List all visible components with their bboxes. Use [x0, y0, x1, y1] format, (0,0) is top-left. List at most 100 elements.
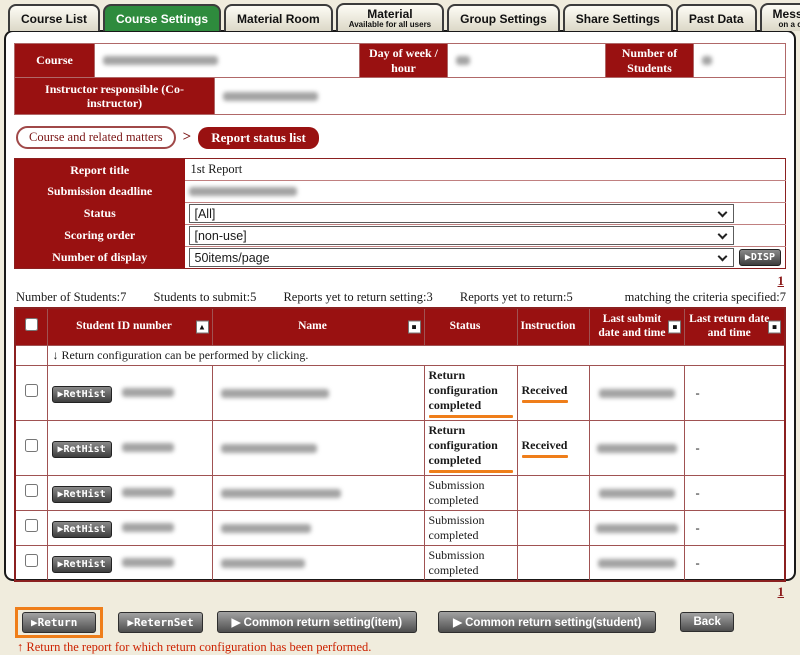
- disp-button[interactable]: ▶DISP: [739, 249, 781, 266]
- tab-material-all-users[interactable]: Material Available for all users: [336, 3, 444, 31]
- last-return-value: -: [685, 421, 785, 476]
- tab-group-settings[interactable]: Group Settings: [447, 4, 560, 31]
- status-filter-label: Status: [15, 203, 185, 225]
- redacted-student-id: [122, 523, 174, 532]
- redacted-last-submit: [598, 559, 676, 568]
- redacted-student-id: [122, 558, 174, 567]
- rethist-button[interactable]: ▶RetHist: [52, 441, 112, 458]
- table-note-row: ↓ Return configuration can be performed …: [15, 346, 785, 366]
- redacted-student-id: [122, 388, 174, 397]
- day-of-week-label: Day of week / hour: [360, 44, 448, 78]
- redacted-last-submit: [599, 489, 675, 498]
- number-of-students-cell: [694, 44, 786, 78]
- rethist-button[interactable]: ▶RetHist: [52, 386, 112, 403]
- sort-icon[interactable]: ■: [768, 320, 781, 333]
- last-return-value: -: [685, 366, 785, 421]
- common-return-setting-item-button[interactable]: ▶ Common return setting(item): [217, 611, 417, 633]
- scoring-order-select-value: [non-use]: [195, 229, 247, 243]
- row-checkbox[interactable]: [25, 554, 38, 567]
- instructor-cell: [215, 78, 786, 115]
- table-row: ▶RetHist Submission completed -: [15, 546, 785, 582]
- filter-table: Report title 1st Report Submission deadl…: [14, 158, 786, 269]
- status-text[interactable]: Submission completed: [429, 513, 485, 542]
- tab-course-list[interactable]: Course List: [8, 4, 100, 31]
- number-of-display-select[interactable]: 50items/page: [189, 248, 735, 267]
- col-last-submit: Last submit date and time ■: [590, 308, 685, 346]
- scoring-order-label: Scoring order: [15, 225, 185, 247]
- redacted-student-id: [122, 488, 174, 497]
- number-of-display-select-value: 50items/page: [195, 251, 270, 265]
- col-last-return: Last return date and time ■: [685, 308, 785, 346]
- status-text[interactable]: Return configuration completed: [429, 368, 498, 412]
- status-select[interactable]: [All]: [189, 204, 735, 223]
- returnset-button[interactable]: ▶ReternSet: [118, 612, 202, 633]
- last-return-value: -: [685, 476, 785, 511]
- rethist-button[interactable]: ▶RetHist: [52, 521, 112, 538]
- tab-share-settings[interactable]: Share Settings: [563, 4, 673, 31]
- redacted-student-name: [221, 524, 311, 533]
- tab-past-data[interactable]: Past Data: [676, 4, 757, 31]
- instruction-text: Received: [522, 383, 568, 397]
- chevron-down-icon: [718, 208, 728, 218]
- tab-material-room[interactable]: Material Room: [224, 4, 333, 31]
- status-text[interactable]: Submission completed: [429, 548, 485, 577]
- tab-label: Group Settings: [460, 12, 547, 26]
- sort-icon[interactable]: ■: [408, 320, 421, 333]
- page-link-bottom[interactable]: 1: [778, 584, 785, 599]
- report-title-label: Report title: [15, 159, 185, 181]
- footer-buttons: ▶Return ▶ReternSet ▶ Common return setti…: [14, 607, 786, 638]
- breadcrumb-current: Report status list: [198, 127, 319, 149]
- redacted-student-name: [221, 489, 341, 498]
- last-return-value: -: [685, 511, 785, 546]
- table-row: ▶RetHist Submission completed -: [15, 511, 785, 546]
- tab-course-settings[interactable]: Course Settings: [103, 4, 221, 31]
- back-button[interactable]: Back: [680, 612, 734, 632]
- page-link-top[interactable]: 1: [778, 273, 785, 288]
- scoring-order-select[interactable]: [non-use]: [189, 226, 735, 245]
- instruction-text: Received: [522, 438, 568, 452]
- redacted-last-submit: [596, 524, 678, 533]
- col-student-id: Student ID number ▲: [47, 308, 212, 346]
- table-row: ▶RetHist Return configuration completed …: [15, 421, 785, 476]
- summary-stats: Number of Students:7 Students to submit:…: [16, 290, 597, 305]
- submission-deadline-label: Submission deadline: [15, 181, 185, 203]
- tab-label: Past Data: [689, 12, 744, 26]
- last-return-value: -: [685, 546, 785, 582]
- orange-underline: [522, 400, 568, 403]
- sort-asc-icon[interactable]: ▲: [196, 320, 209, 333]
- orange-underline: [522, 455, 568, 458]
- tab-label: Course Settings: [116, 12, 208, 26]
- tab-message[interactable]: Message on a class: [760, 3, 800, 31]
- redacted-last-submit: [599, 389, 675, 398]
- tab-label: Course List: [21, 12, 87, 26]
- row-checkbox[interactable]: [25, 439, 38, 452]
- report-status-table: Student ID number ▲ Name ■ Status Instru…: [14, 307, 786, 583]
- breadcrumb-separator: >: [183, 129, 192, 146]
- tab-sublabel: Available for all users: [349, 21, 431, 29]
- matching-criteria-text: matching the criteria specified:7: [625, 290, 786, 305]
- select-all-checkbox[interactable]: [25, 318, 38, 331]
- common-return-setting-student-button[interactable]: ▶ Common return setting(student): [438, 611, 656, 633]
- row-checkbox[interactable]: [25, 484, 38, 497]
- redacted-student-name: [221, 389, 329, 398]
- rethist-button[interactable]: ▶RetHist: [52, 486, 112, 503]
- tab-bar: Course List Course Settings Material Roo…: [8, 3, 800, 31]
- status-text[interactable]: Submission completed: [429, 478, 485, 507]
- row-checkbox[interactable]: [25, 519, 38, 532]
- status-select-value: [All]: [195, 207, 216, 221]
- rethist-button[interactable]: ▶RetHist: [52, 556, 112, 573]
- breadcrumb-parent-link[interactable]: Course and related matters: [16, 126, 176, 149]
- return-footnote: ↑ Return the report for which return con…: [17, 640, 786, 655]
- sort-icon[interactable]: ■: [668, 320, 681, 333]
- main-panel: Course Day of week / hour Number of Stud…: [4, 30, 796, 581]
- course-name-cell: [95, 44, 360, 78]
- table-row: ▶RetHist Return configuration completed …: [15, 366, 785, 421]
- redacted-deadline-value: [189, 187, 297, 196]
- redacted-last-submit: [597, 444, 677, 453]
- stat-yet-to-return-setting: Reports yet to return setting:3: [283, 290, 432, 304]
- return-config-note: ↓ Return configuration can be performed …: [47, 346, 785, 366]
- row-checkbox[interactable]: [25, 384, 38, 397]
- status-text[interactable]: Return configuration completed: [429, 423, 498, 467]
- stat-number-of-students: Number of Students:7: [16, 290, 126, 304]
- return-button[interactable]: ▶Return: [22, 612, 96, 633]
